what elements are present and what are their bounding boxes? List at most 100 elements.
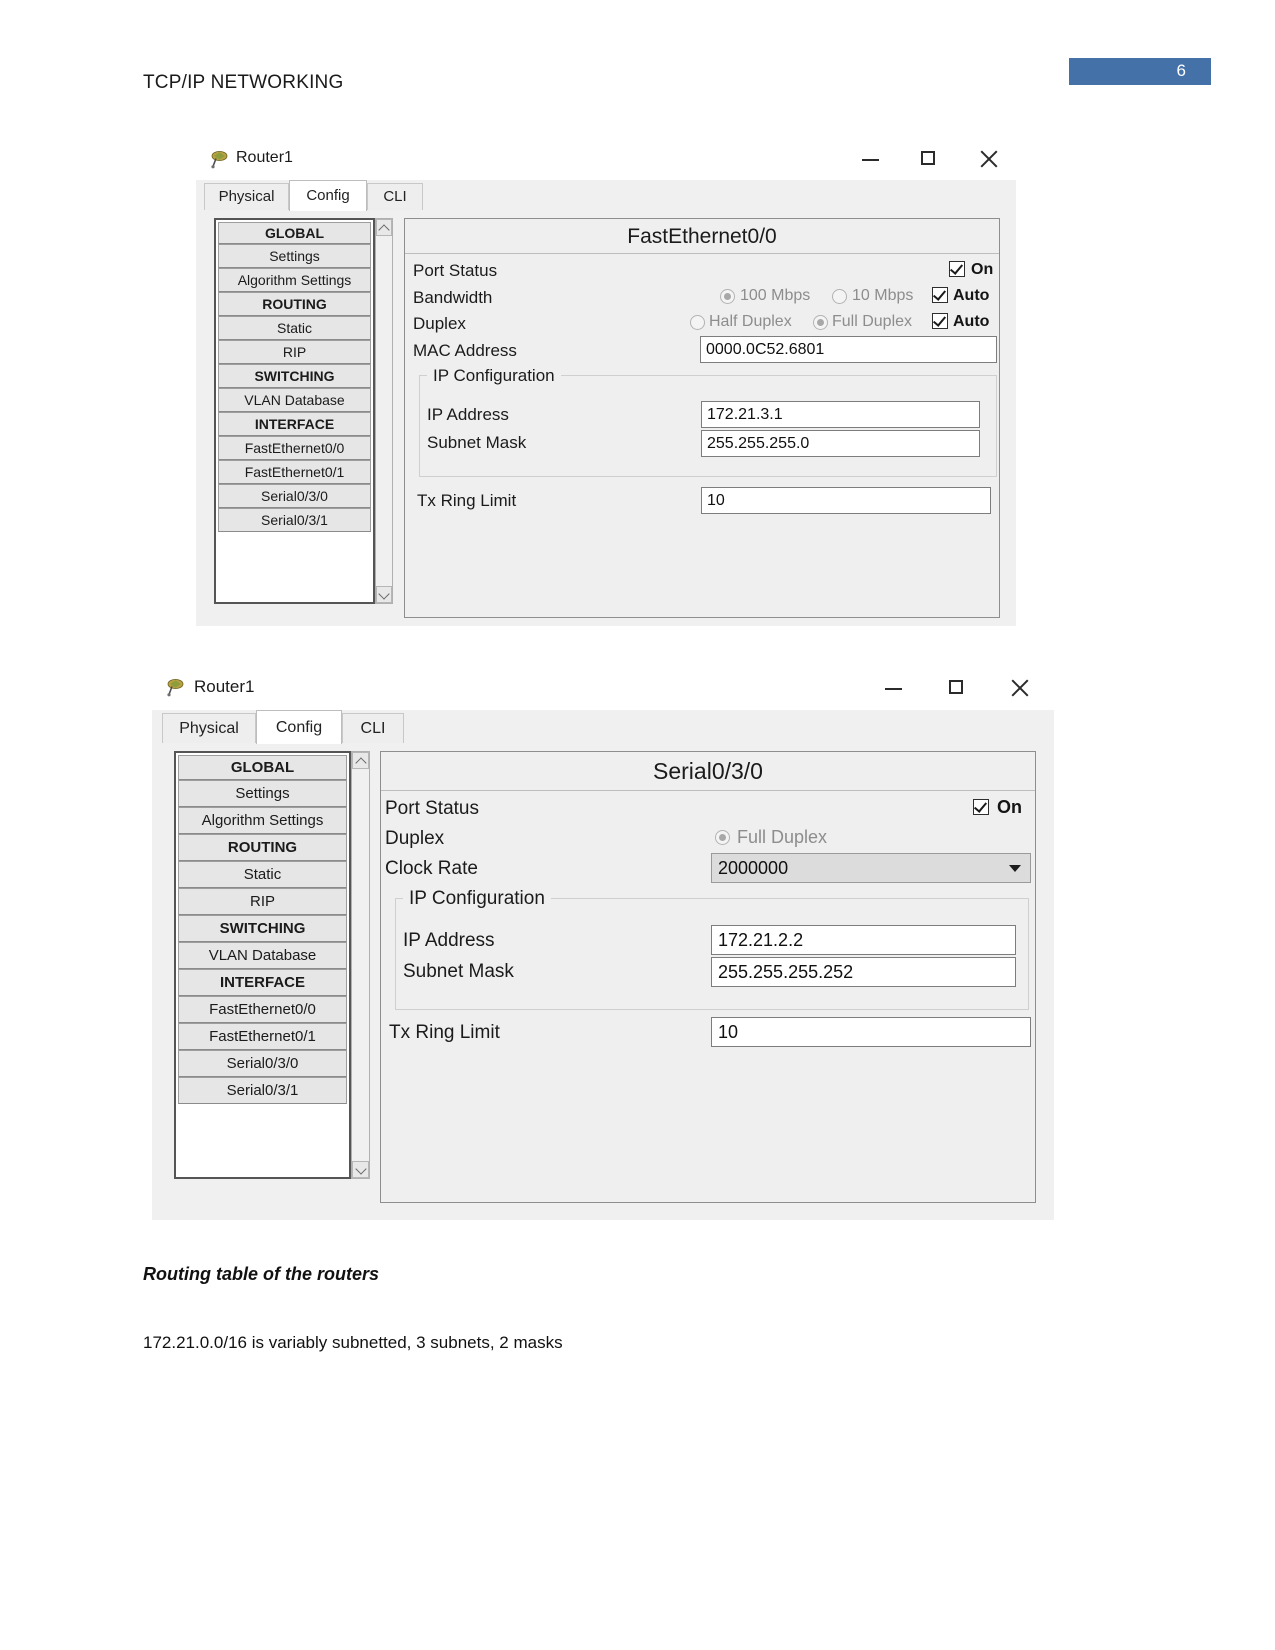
subnet-mask-input[interactable]: 255.255.255.252	[711, 957, 1016, 987]
bandwidth-auto-checkbox[interactable]	[932, 287, 948, 303]
sidebar-item-interface[interactable]: INTERFACE	[218, 412, 371, 436]
sidebar-label: RIP	[249, 893, 275, 910]
sidebar-label: Static	[243, 866, 282, 883]
tab-config[interactable]: Config	[256, 710, 342, 744]
duplex-half-radio[interactable]	[690, 315, 705, 330]
tab-cli[interactable]: CLI	[342, 713, 404, 743]
sidebar-item-serial0-3-1[interactable]: Serial0/3/1	[178, 1077, 347, 1104]
sidebar-label: Serial0/3/1	[226, 1082, 299, 1099]
sidebar-item-algorithm-settings[interactable]: Algorithm Settings	[178, 807, 347, 834]
sidebar-label: Algorithm Settings	[201, 812, 324, 829]
subnet-description-paragraph: 172.21.0.0/16 is variably subnetted, 3 s…	[143, 1333, 563, 1352]
tx-ring-limit-input[interactable]: 10	[701, 487, 991, 514]
ip-address-input[interactable]: 172.21.3.1	[701, 401, 980, 428]
scroll-up-icon[interactable]	[376, 219, 392, 236]
sidebar-item-static[interactable]: Static	[178, 861, 347, 888]
window-1-maximize-button[interactable]	[914, 146, 944, 172]
sidebar-item-rip[interactable]: RIP	[218, 340, 371, 364]
sidebar-label: INTERFACE	[219, 974, 305, 991]
sidebar-item-fastethernet0-1[interactable]: FastEthernet0/1	[218, 460, 371, 484]
window-2-tabstrip: Physical Config CLI	[152, 710, 1054, 744]
sidebar-item-serial0-3-1[interactable]: Serial0/3/1	[218, 508, 371, 532]
sidebar-item-rip[interactable]: RIP	[178, 888, 347, 915]
sidebar-item-switching[interactable]: SWITCHING	[178, 915, 347, 942]
clock-rate-value: 2000000	[718, 858, 789, 878]
sidebar-item-fastethernet0-0[interactable]: FastEthernet0/0	[178, 996, 347, 1023]
panel-title-fastethernet: FastEthernet0/0	[405, 223, 999, 254]
minimize-icon	[885, 688, 902, 690]
tx-ring-limit-input[interactable]: 10	[711, 1017, 1031, 1047]
sidebar-item-fastethernet0-1[interactable]: FastEthernet0/1	[178, 1023, 347, 1050]
duplex-auto-checkbox[interactable]	[932, 313, 948, 329]
sidebar-item-serial0-3-0[interactable]: Serial0/3/0	[218, 484, 371, 508]
bandwidth-100mbps-radio[interactable]	[720, 289, 735, 304]
sidebar-item-vlan-database[interactable]: VLAN Database	[178, 942, 347, 969]
scroll-down-icon[interactable]	[352, 1161, 369, 1178]
page-title: TCP/IP NETWORKING	[143, 72, 344, 93]
scroll-down-icon[interactable]	[376, 586, 392, 603]
window-2-sidebar: GLOBAL Settings Algorithm Settings ROUTI…	[174, 751, 351, 1179]
duplex-label: Duplex	[385, 828, 445, 849]
sidebar-item-serial0-3-0[interactable]: Serial0/3/0	[178, 1050, 347, 1077]
sidebar-item-global[interactable]: GLOBAL	[218, 222, 371, 244]
ip-address-input[interactable]: 172.21.2.2	[711, 925, 1016, 955]
port-status-on-label: On	[971, 261, 994, 278]
window-1-close-button[interactable]	[974, 146, 1004, 172]
tx-ring-limit-label: Tx Ring Limit	[389, 1022, 500, 1043]
sidebar-item-vlan-database[interactable]: VLAN Database	[218, 388, 371, 412]
tab-physical[interactable]: Physical	[162, 713, 256, 743]
bandwidth-auto-label: Auto	[953, 287, 990, 304]
window-1-body: GLOBAL Settings Algorithm Settings ROUTI…	[196, 210, 1016, 626]
tab-config[interactable]: Config	[289, 180, 367, 211]
window-2-close-button[interactable]	[1005, 675, 1035, 701]
mac-address-input[interactable]: 0000.0C52.6801	[700, 336, 997, 363]
clock-rate-dropdown[interactable]: 2000000	[711, 853, 1031, 883]
router-config-window-2: Router1 Physical Config CLI GLOBAL Setti…	[152, 664, 1054, 1220]
chevron-down-icon	[1009, 865, 1021, 872]
window-1-tabstrip: Physical Config CLI	[196, 180, 1016, 211]
window-1-sidebar-scrollbar[interactable]	[375, 218, 393, 604]
sidebar-label: Static	[276, 320, 312, 336]
window-2-maximize-button[interactable]	[942, 675, 972, 701]
window-2-minimize-button[interactable]	[879, 675, 909, 701]
sidebar-label: Settings	[235, 785, 290, 802]
window-1-minimize-button[interactable]	[856, 146, 886, 172]
port-status-checkbox[interactable]	[973, 799, 989, 815]
subnet-mask-label: Subnet Mask	[427, 433, 527, 452]
minimize-icon	[862, 159, 879, 161]
sidebar-item-routing[interactable]: ROUTING	[218, 292, 371, 316]
window-2-title: Router1	[194, 677, 255, 696]
scroll-up-icon[interactable]	[352, 752, 369, 769]
port-status-label: Port Status	[413, 261, 498, 280]
sidebar-item-static[interactable]: Static	[218, 316, 371, 340]
duplex-full-radio[interactable]	[813, 315, 828, 330]
port-status-checkbox[interactable]	[949, 261, 965, 277]
sidebar-item-interface[interactable]: INTERFACE	[178, 969, 347, 996]
sidebar-label: FastEthernet0/1	[244, 464, 345, 480]
window-1-config-panel: FastEthernet0/0 Port Status On Bandwidth…	[404, 218, 1000, 618]
tab-cli[interactable]: CLI	[367, 183, 423, 210]
sidebar-item-settings[interactable]: Settings	[178, 780, 347, 807]
subnet-mask-input[interactable]: 255.255.255.0	[701, 430, 980, 457]
window-2-sidebar-scrollbar[interactable]	[351, 751, 370, 1179]
sidebar-label: Settings	[269, 248, 320, 264]
mac-address-label: MAC Address	[413, 341, 517, 360]
window-1-sidebar: GLOBAL Settings Algorithm Settings ROUTI…	[214, 218, 375, 604]
sidebar-item-global[interactable]: GLOBAL	[178, 755, 347, 780]
duplex-auto-label: Auto	[953, 313, 990, 330]
sidebar-item-fastethernet0-0[interactable]: FastEthernet0/0	[218, 436, 371, 460]
sidebar-item-switching[interactable]: SWITCHING	[218, 364, 371, 388]
sidebar-item-algorithm-settings[interactable]: Algorithm Settings	[218, 268, 371, 292]
close-icon	[1005, 675, 1035, 701]
sidebar-label: FastEthernet0/1	[209, 1028, 316, 1045]
window-2-config-panel: Serial0/3/0 Port Status On Duplex Full D…	[380, 751, 1036, 1203]
sidebar-label: GLOBAL	[264, 225, 325, 241]
duplex-full-label: Full Duplex	[737, 827, 828, 847]
sidebar-item-settings[interactable]: Settings	[218, 244, 371, 268]
bandwidth-10mbps-radio[interactable]	[832, 289, 847, 304]
sidebar-item-routing[interactable]: ROUTING	[178, 834, 347, 861]
sidebar-label: ROUTING	[227, 839, 298, 856]
ip-address-label: IP Address	[427, 405, 509, 424]
duplex-full-radio[interactable]	[715, 830, 730, 845]
tab-physical[interactable]: Physical	[204, 183, 289, 210]
